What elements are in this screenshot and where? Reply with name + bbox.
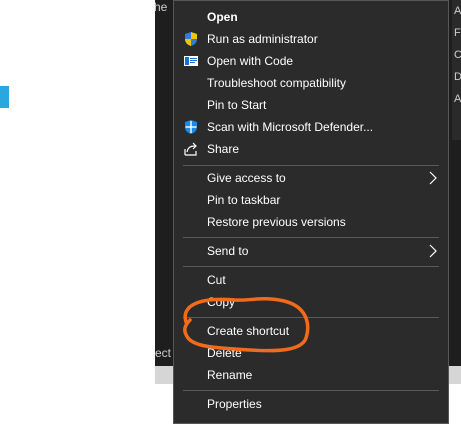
menu-separator: [183, 266, 439, 267]
menu-item-copy[interactable]: Copy: [174, 291, 448, 313]
menu-item-label: Scan with Microsoft Defender...: [207, 120, 374, 134]
menu-item-share[interactable]: Share: [174, 138, 448, 160]
menu-separator: [183, 390, 439, 391]
menu-item-send-to[interactable]: Send to: [174, 240, 448, 262]
menu-item-open-with-code[interactable]: Open with Code: [174, 50, 448, 72]
menu-separator: [183, 237, 439, 238]
menu-item-restore-previous-versions[interactable]: Restore previous versions: [174, 211, 448, 233]
menu-item-pin-to-start[interactable]: Pin to Start: [174, 94, 448, 116]
menu-item-label: Open: [207, 10, 238, 24]
menu-item-label: Pin to taskbar: [207, 193, 281, 207]
menu-item-label: Restore previous versions: [207, 215, 346, 229]
menu-item-label: Troubleshoot compatibility: [207, 76, 346, 90]
explorer-details-column: A F C D A: [452, 0, 461, 140]
menu-item-label: Create shortcut: [207, 324, 290, 338]
details-letter: D: [454, 71, 461, 83]
menu-item-cut[interactable]: Cut: [174, 269, 448, 291]
menu-item-rename[interactable]: Rename: [174, 364, 448, 386]
menu-item-label: Pin to Start: [207, 98, 267, 112]
status-text-fragment: ect: [155, 346, 172, 360]
menu-item-open[interactable]: Open: [174, 6, 448, 28]
menu-item-label: Properties: [207, 397, 262, 411]
details-letter: A: [454, 5, 461, 17]
vscode-icon: [183, 53, 199, 69]
context-menu: Open Run as administrator Open with Code…: [173, 0, 449, 424]
menu-item-label: Run as administrator: [207, 32, 318, 46]
details-letter: C: [454, 49, 461, 61]
menu-item-label: Cut: [207, 273, 226, 287]
share-icon: [183, 141, 199, 157]
menu-item-delete[interactable]: Delete: [174, 342, 448, 364]
menu-item-label: Send to: [207, 244, 249, 258]
menu-item-label: Delete: [207, 346, 242, 360]
details-letter: A: [454, 93, 461, 105]
taskbar-accent: [0, 86, 9, 108]
menu-item-label: Share: [207, 142, 240, 156]
chevron-right-icon: [428, 171, 438, 185]
menu-separator: [183, 165, 439, 166]
details-letter: F: [454, 27, 461, 39]
menu-item-scan-with-defender[interactable]: Scan with Microsoft Defender...: [174, 116, 448, 138]
menu-item-properties[interactable]: Properties: [174, 393, 448, 415]
menu-item-label: Copy: [207, 295, 236, 309]
chevron-right-icon: [428, 244, 438, 258]
menu-item-create-shortcut[interactable]: Create shortcut: [174, 320, 448, 342]
menu-item-label: Open with Code: [207, 54, 294, 68]
menu-item-run-as-administrator[interactable]: Run as administrator: [174, 28, 448, 50]
menu-separator: [183, 317, 439, 318]
menu-item-label: Rename: [207, 368, 253, 382]
defender-icon: [183, 119, 199, 135]
menu-item-troubleshoot-compatibility[interactable]: Troubleshoot compatibility: [174, 72, 448, 94]
menu-item-pin-to-taskbar[interactable]: Pin to taskbar: [174, 189, 448, 211]
menu-item-label: Give access to: [207, 171, 286, 185]
menu-item-give-access-to[interactable]: Give access to: [174, 167, 448, 189]
shield-icon: [183, 31, 199, 47]
